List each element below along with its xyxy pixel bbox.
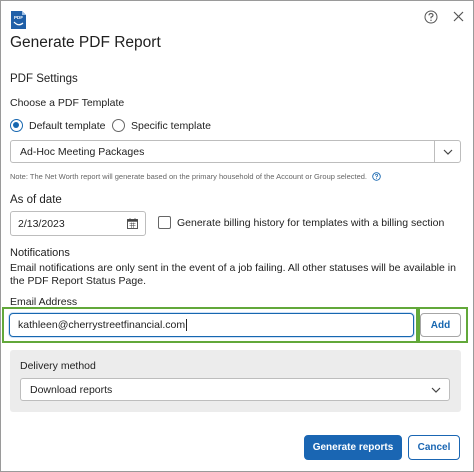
delivery-method-panel: Delivery method Download reports: [10, 350, 461, 412]
radio-default-label: Default template: [29, 119, 106, 132]
template-select-toggle[interactable]: [434, 141, 460, 162]
radio-default-template[interactable]: Default template: [10, 119, 105, 132]
delivery-select-toggle[interactable]: [423, 387, 449, 393]
billing-history-box[interactable]: [158, 216, 171, 229]
delivery-method-value: Download reports: [30, 383, 113, 396]
as-of-date-value: 2/13/2023: [18, 217, 65, 230]
billing-history-checkbox[interactable]: Generate billing history for templates w…: [158, 216, 444, 229]
pdf-icon-text: PDF: [14, 15, 23, 20]
help-circle-icon[interactable]: [424, 10, 438, 24]
info-icon[interactable]: [372, 172, 381, 181]
notifications-description: Email notifications are only sent in the…: [10, 262, 456, 287]
template-select-value: Ad-Hoc Meeting Packages: [20, 145, 145, 158]
notifications-heading: Notifications: [10, 247, 70, 259]
email-input[interactable]: kathleen@cherrystreetfinancial.com: [9, 313, 414, 337]
add-email-button[interactable]: Add: [420, 313, 461, 337]
generate-reports-button[interactable]: Generate reports: [304, 435, 402, 460]
pdf-settings-heading: PDF Settings: [10, 73, 78, 85]
radio-specific-template[interactable]: Specific template: [112, 119, 211, 132]
close-icon[interactable]: [452, 10, 465, 23]
as-of-date-label: As of date: [10, 194, 62, 206]
radio-default-indicator[interactable]: [10, 119, 23, 132]
as-of-date-input[interactable]: 2/13/2023: [10, 211, 146, 236]
cancel-button[interactable]: Cancel: [408, 435, 460, 460]
delivery-method-select[interactable]: Download reports: [20, 378, 450, 401]
template-select[interactable]: Ad-Hoc Meeting Packages: [10, 140, 461, 163]
billing-history-label: Generate billing history for templates w…: [177, 216, 445, 229]
generate-pdf-dialog: PDF Generate PDF Report PDF Settings Cho…: [0, 0, 474, 472]
radio-specific-indicator[interactable]: [112, 119, 125, 132]
template-label: Choose a PDF Template: [10, 97, 125, 109]
pdf-file-icon: PDF: [11, 11, 26, 29]
text-caret: [186, 319, 188, 331]
chevron-down-icon: [431, 387, 441, 393]
chevron-down-icon: [443, 149, 452, 155]
net-worth-note: Note: The Net Worth report will generate…: [10, 172, 381, 181]
radio-specific-label: Specific template: [131, 119, 211, 132]
net-worth-note-text: Note: The Net Worth report will generate…: [10, 172, 368, 181]
dialog-title: Generate PDF Report: [10, 34, 161, 51]
calendar-icon[interactable]: [127, 218, 138, 229]
email-input-value: kathleen@cherrystreetfinancial.com: [18, 319, 186, 331]
delivery-method-label: Delivery method: [20, 360, 96, 372]
